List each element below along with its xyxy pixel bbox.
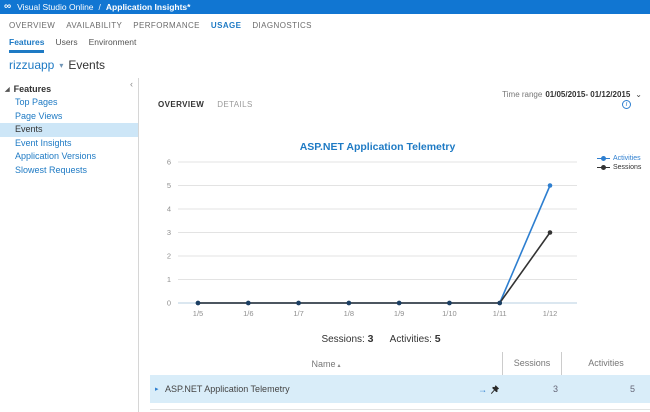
sidebar-item-application-versions[interactable]: Application Versions — [0, 150, 138, 164]
svg-text:1/6: 1/6 — [243, 309, 253, 318]
legend-activities[interactable]: Activities — [597, 154, 641, 163]
tab-details[interactable]: DETAILS — [217, 100, 253, 109]
page-title: Events — [68, 58, 105, 72]
app-selector[interactable]: rizzuapp — [9, 58, 54, 72]
legend-activities-label: Activities — [613, 155, 641, 162]
svg-text:0: 0 — [167, 299, 171, 308]
time-range-label: Time range — [502, 90, 542, 99]
chevron-down-icon[interactable]: ▾ — [59, 61, 63, 70]
row-expand-icon[interactable]: ▸ — [155, 385, 159, 393]
nav-performance[interactable]: PERFORMANCE — [133, 21, 200, 30]
svg-text:4: 4 — [167, 205, 171, 214]
svg-text:3: 3 — [167, 228, 171, 237]
svg-text:5: 5 — [167, 181, 171, 190]
chart-legend: Activities Sessions — [597, 154, 641, 172]
sidebar-item-slowest-requests[interactable]: Slowest Requests — [0, 164, 138, 178]
tab-overview[interactable]: OVERVIEW — [158, 100, 204, 109]
app-window: ∞ Visual Studio Online / Application Ins… — [0, 0, 650, 412]
nav-availability[interactable]: AVAILABILITY — [66, 21, 122, 30]
breadcrumb: rizzuapp ▾ Events — [9, 58, 105, 72]
goto-arrow-icon[interactable]: → — [478, 385, 487, 394]
sidebar-item-top-pages[interactable]: Top Pages — [0, 96, 138, 110]
subnav-users[interactable]: Users — [55, 37, 77, 47]
sidebar-item-event-insights[interactable]: Event Insights — [0, 137, 138, 151]
project-title: Application Insights* — [106, 2, 191, 12]
row-activities-value: 5 — [561, 384, 650, 394]
nav-usage[interactable]: USAGE — [211, 21, 241, 30]
nav-overview[interactable]: OVERVIEW — [9, 21, 55, 30]
secondary-nav: Features Users Environment — [9, 37, 136, 53]
svg-text:6: 6 — [167, 158, 171, 167]
time-range-value: 01/05/2015- 01/12/2015 — [545, 90, 630, 99]
primary-nav: OVERVIEW AVAILABILITY PERFORMANCE USAGE … — [9, 14, 312, 36]
row-name-cell: ▸ ASP.NET Application Telemetry → — [150, 384, 502, 394]
expand-triangle-icon: ◢ — [5, 86, 10, 93]
info-icon[interactable]: i — [622, 100, 631, 109]
svg-text:1/8: 1/8 — [344, 309, 354, 318]
sidebar-collapse-icon[interactable]: ‹ — [130, 79, 133, 89]
sessions-marker-icon — [597, 166, 610, 169]
svg-text:1/10: 1/10 — [442, 309, 457, 318]
sort-asc-icon: ▴ — [338, 363, 341, 369]
sidebar-group-label: Features — [14, 84, 52, 94]
svg-text:1: 1 — [167, 275, 171, 284]
sidebar-items: Top Pages Page Views Events Event Insigh… — [0, 96, 138, 177]
svg-text:1/12: 1/12 — [543, 309, 558, 318]
totals-summary: Sessions: 3 Activities: 5 — [150, 333, 612, 345]
content-tabs: OVERVIEW DETAILS — [158, 100, 253, 109]
activities-total-value: 5 — [435, 333, 441, 345]
sessions-total-label: Sessions: — [321, 334, 364, 345]
events-table: Name▴ Sessions Activities ▸ ASP.NET Appl… — [150, 352, 650, 410]
table-header: Name▴ Sessions Activities — [150, 352, 650, 375]
brand-title: Visual Studio Online — [17, 2, 93, 12]
svg-text:1/5: 1/5 — [193, 309, 203, 318]
column-header-activities[interactable]: Activities — [561, 352, 650, 375]
column-header-name[interactable]: Name▴ — [150, 359, 502, 369]
breadcrumb-separator: / — [99, 2, 101, 12]
svg-text:1/7: 1/7 — [293, 309, 303, 318]
svg-text:2: 2 — [167, 252, 171, 261]
sidebar-item-page-views[interactable]: Page Views — [0, 110, 138, 124]
legend-sessions-label: Sessions — [613, 164, 641, 171]
svg-text:1/9: 1/9 — [394, 309, 404, 318]
telemetry-chart: 0 1 2 3 4 5 6 1/5 1/6 1/7 1/8 1/9 1/10 1/11 1/12 — [140, 128, 600, 323]
subnav-environment[interactable]: Environment — [89, 37, 137, 47]
column-header-sessions[interactable]: Sessions — [502, 352, 561, 375]
row-sessions-value: 3 — [502, 384, 561, 394]
top-bar: ∞ Visual Studio Online / Application Ins… — [0, 0, 650, 14]
pushpin-icon[interactable] — [489, 384, 500, 395]
row-name-label: ASP.NET Application Telemetry — [165, 384, 290, 394]
sidebar: ‹ ◢ Features Top Pages Page Views Events… — [0, 78, 139, 412]
svg-text:1/11: 1/11 — [493, 309, 507, 318]
legend-sessions[interactable]: Sessions — [597, 163, 641, 172]
nav-diagnostics[interactable]: DIAGNOSTICS — [252, 21, 312, 30]
visual-studio-logo-icon: ∞ — [4, 0, 11, 14]
sidebar-item-events[interactable]: Events — [0, 123, 138, 137]
row-actions: → — [478, 384, 500, 395]
activities-total-label: Activities: — [390, 334, 432, 345]
sidebar-group-features[interactable]: ◢ Features — [5, 84, 51, 94]
sessions-total-value: 3 — [368, 333, 374, 345]
subnav-features[interactable]: Features — [9, 37, 44, 53]
table-bottom-border — [150, 403, 650, 410]
table-row[interactable]: ▸ ASP.NET Application Telemetry → 3 5 — [150, 375, 650, 403]
activities-marker-icon — [597, 157, 610, 160]
chevron-down-icon[interactable]: ⌄ — [635, 90, 642, 99]
time-range-picker[interactable]: Time range 01/05/2015- 01/12/2015 ⌄ — [502, 90, 642, 99]
